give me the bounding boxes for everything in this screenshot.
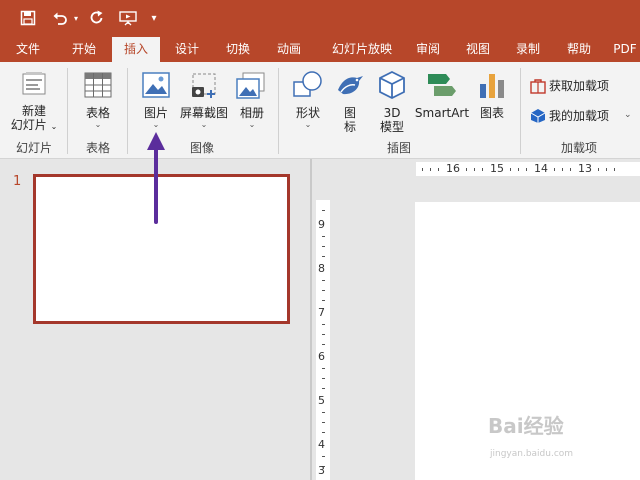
smartart-label: SmartArt [414, 106, 470, 120]
group-addins-label: 加载项 [561, 141, 598, 155]
present-icon[interactable] [116, 6, 140, 30]
table-button[interactable]: 表格 ⌄ [74, 68, 122, 134]
tab-review[interactable]: 审阅 [408, 36, 448, 62]
new-slide-button[interactable]: 新建 幻灯片 ⌄ [6, 68, 62, 134]
ribbon-insert: 新建 幻灯片 ⌄ 幻灯片 表格 ⌄ 表格 图片 ⌄ 屏幕截图 ⌄ 相册 ⌄ 图像… [0, 62, 640, 159]
horizontal-ruler: 16 15 14 13 [416, 162, 640, 176]
group-separator [127, 68, 128, 154]
group-illustrations-label: 插图 [387, 141, 412, 155]
shapes-label: 形状 [295, 106, 320, 120]
picture-caret-icon: ⌄ [152, 120, 160, 129]
my-addins-button[interactable]: 我的加载项 ⌄ [528, 106, 640, 126]
watermark-logo: Bai经验 [488, 414, 564, 438]
picture-button[interactable]: 图片 ⌄ [134, 68, 178, 134]
photo-album-label: 相册 [239, 106, 264, 120]
table-label: 表格 [85, 106, 110, 120]
my-addins-cube-icon [530, 109, 546, 123]
chart-icon [480, 74, 504, 98]
my-addins-label: 我的加载项 [549, 109, 610, 123]
group-tables-label: 表格 [86, 141, 111, 155]
title-bar: ▾ ▾ [0, 0, 640, 36]
table-caret-icon: ⌄ [94, 120, 102, 129]
tab-help[interactable]: 帮助 [559, 36, 599, 62]
undo-icon[interactable] [48, 6, 72, 30]
new-slide-label-2: 幻灯片 ⌄ [10, 118, 58, 132]
ruler-label: 9 [318, 218, 325, 231]
tab-insert[interactable]: 插入 [112, 37, 160, 62]
ruler-label: 14 [534, 162, 548, 175]
group-separator [278, 68, 279, 154]
ruler-label: 5 [318, 394, 325, 407]
tab-pdf[interactable]: PDF [610, 36, 640, 62]
tab-file[interactable]: 文件 [8, 36, 48, 62]
tab-transitions[interactable]: 切换 [218, 36, 258, 62]
picture-label: 图片 [143, 106, 168, 120]
save-icon[interactable] [14, 6, 42, 30]
get-addins-button[interactable]: 获取加载项 [528, 76, 640, 96]
smartart-icon [428, 74, 456, 96]
3d-models-label-1: 3D [383, 106, 401, 120]
my-addins-caret-icon[interactable]: ⌄ [624, 108, 632, 122]
screenshot-icon [192, 73, 216, 98]
customize-qat-icon[interactable]: ▾ [146, 6, 162, 30]
table-icon [84, 72, 112, 98]
picture-icon [142, 72, 170, 98]
ruler-label: 8 [318, 262, 325, 275]
shapes-icon [293, 71, 322, 97]
screenshot-button[interactable]: 屏幕截图 ⌄ [178, 68, 230, 134]
new-slide-label-1: 新建 [21, 104, 46, 118]
3d-models-label-2: 模型 [379, 120, 404, 134]
chart-button[interactable]: 图表 [472, 68, 512, 134]
redo-icon[interactable] [86, 6, 108, 30]
screenshot-label: 屏幕截图 [179, 106, 228, 120]
shapes-caret-icon: ⌄ [304, 120, 312, 129]
undo-dropdown-icon[interactable]: ▾ [70, 6, 82, 30]
icons-bird-icon [338, 76, 363, 95]
chart-label: 图表 [479, 106, 504, 120]
icons-button[interactable]: 图 标 [332, 68, 368, 134]
shapes-button[interactable]: 形状 ⌄ [286, 68, 330, 134]
photo-album-caret-icon: ⌄ [248, 120, 256, 129]
tab-animations[interactable]: 动画 [269, 36, 309, 62]
tab-slideshow[interactable]: 幻灯片放映 [322, 36, 402, 62]
tab-home[interactable]: 开始 [64, 36, 104, 62]
get-addins-label: 获取加载项 [549, 79, 610, 93]
ruler-label: 6 [318, 350, 325, 363]
tab-design[interactable]: 设计 [167, 36, 207, 62]
watermark-url: jingyan.baidu.com [490, 449, 574, 459]
icons-label-2: 标 [343, 120, 356, 134]
group-separator [67, 68, 68, 154]
3d-models-button[interactable]: 3D 模型 [372, 68, 412, 134]
tab-view[interactable]: 视图 [458, 36, 498, 62]
ruler-label: 4 [318, 438, 325, 451]
ruler-label: 16 [446, 162, 460, 175]
icons-label-1: 图 [343, 106, 356, 120]
photo-album-button[interactable]: 相册 ⌄ [232, 68, 272, 134]
store-icon [530, 79, 546, 94]
3d-cube-icon [379, 70, 405, 100]
group-separator [520, 68, 521, 154]
ribbon-tabs: 文件 开始 插入 设计 切换 动画 幻灯片放映 审阅 视图 录制 帮助 PDF [0, 36, 640, 62]
photo-album-icon [236, 72, 265, 99]
ruler-label: 7 [318, 306, 325, 319]
ruler-label: 15 [490, 162, 504, 175]
new-slide-icon [22, 72, 46, 95]
ruler-label: 13 [578, 162, 592, 175]
tab-record[interactable]: 录制 [508, 36, 548, 62]
smartart-button[interactable]: SmartArt [414, 68, 470, 134]
vertical-ruler: 9 8 7 6 5 4 3 [316, 200, 330, 480]
slide-number: 1 [13, 174, 22, 189]
ruler-label: 3 [318, 464, 325, 477]
group-images-label: 图像 [190, 141, 215, 155]
new-slide-label-2-text: 幻灯片 [10, 118, 47, 132]
group-slides-label: 幻灯片 [16, 141, 53, 155]
screenshot-caret-icon: ⌄ [200, 120, 208, 129]
annotation-arrow-icon [147, 132, 165, 224]
